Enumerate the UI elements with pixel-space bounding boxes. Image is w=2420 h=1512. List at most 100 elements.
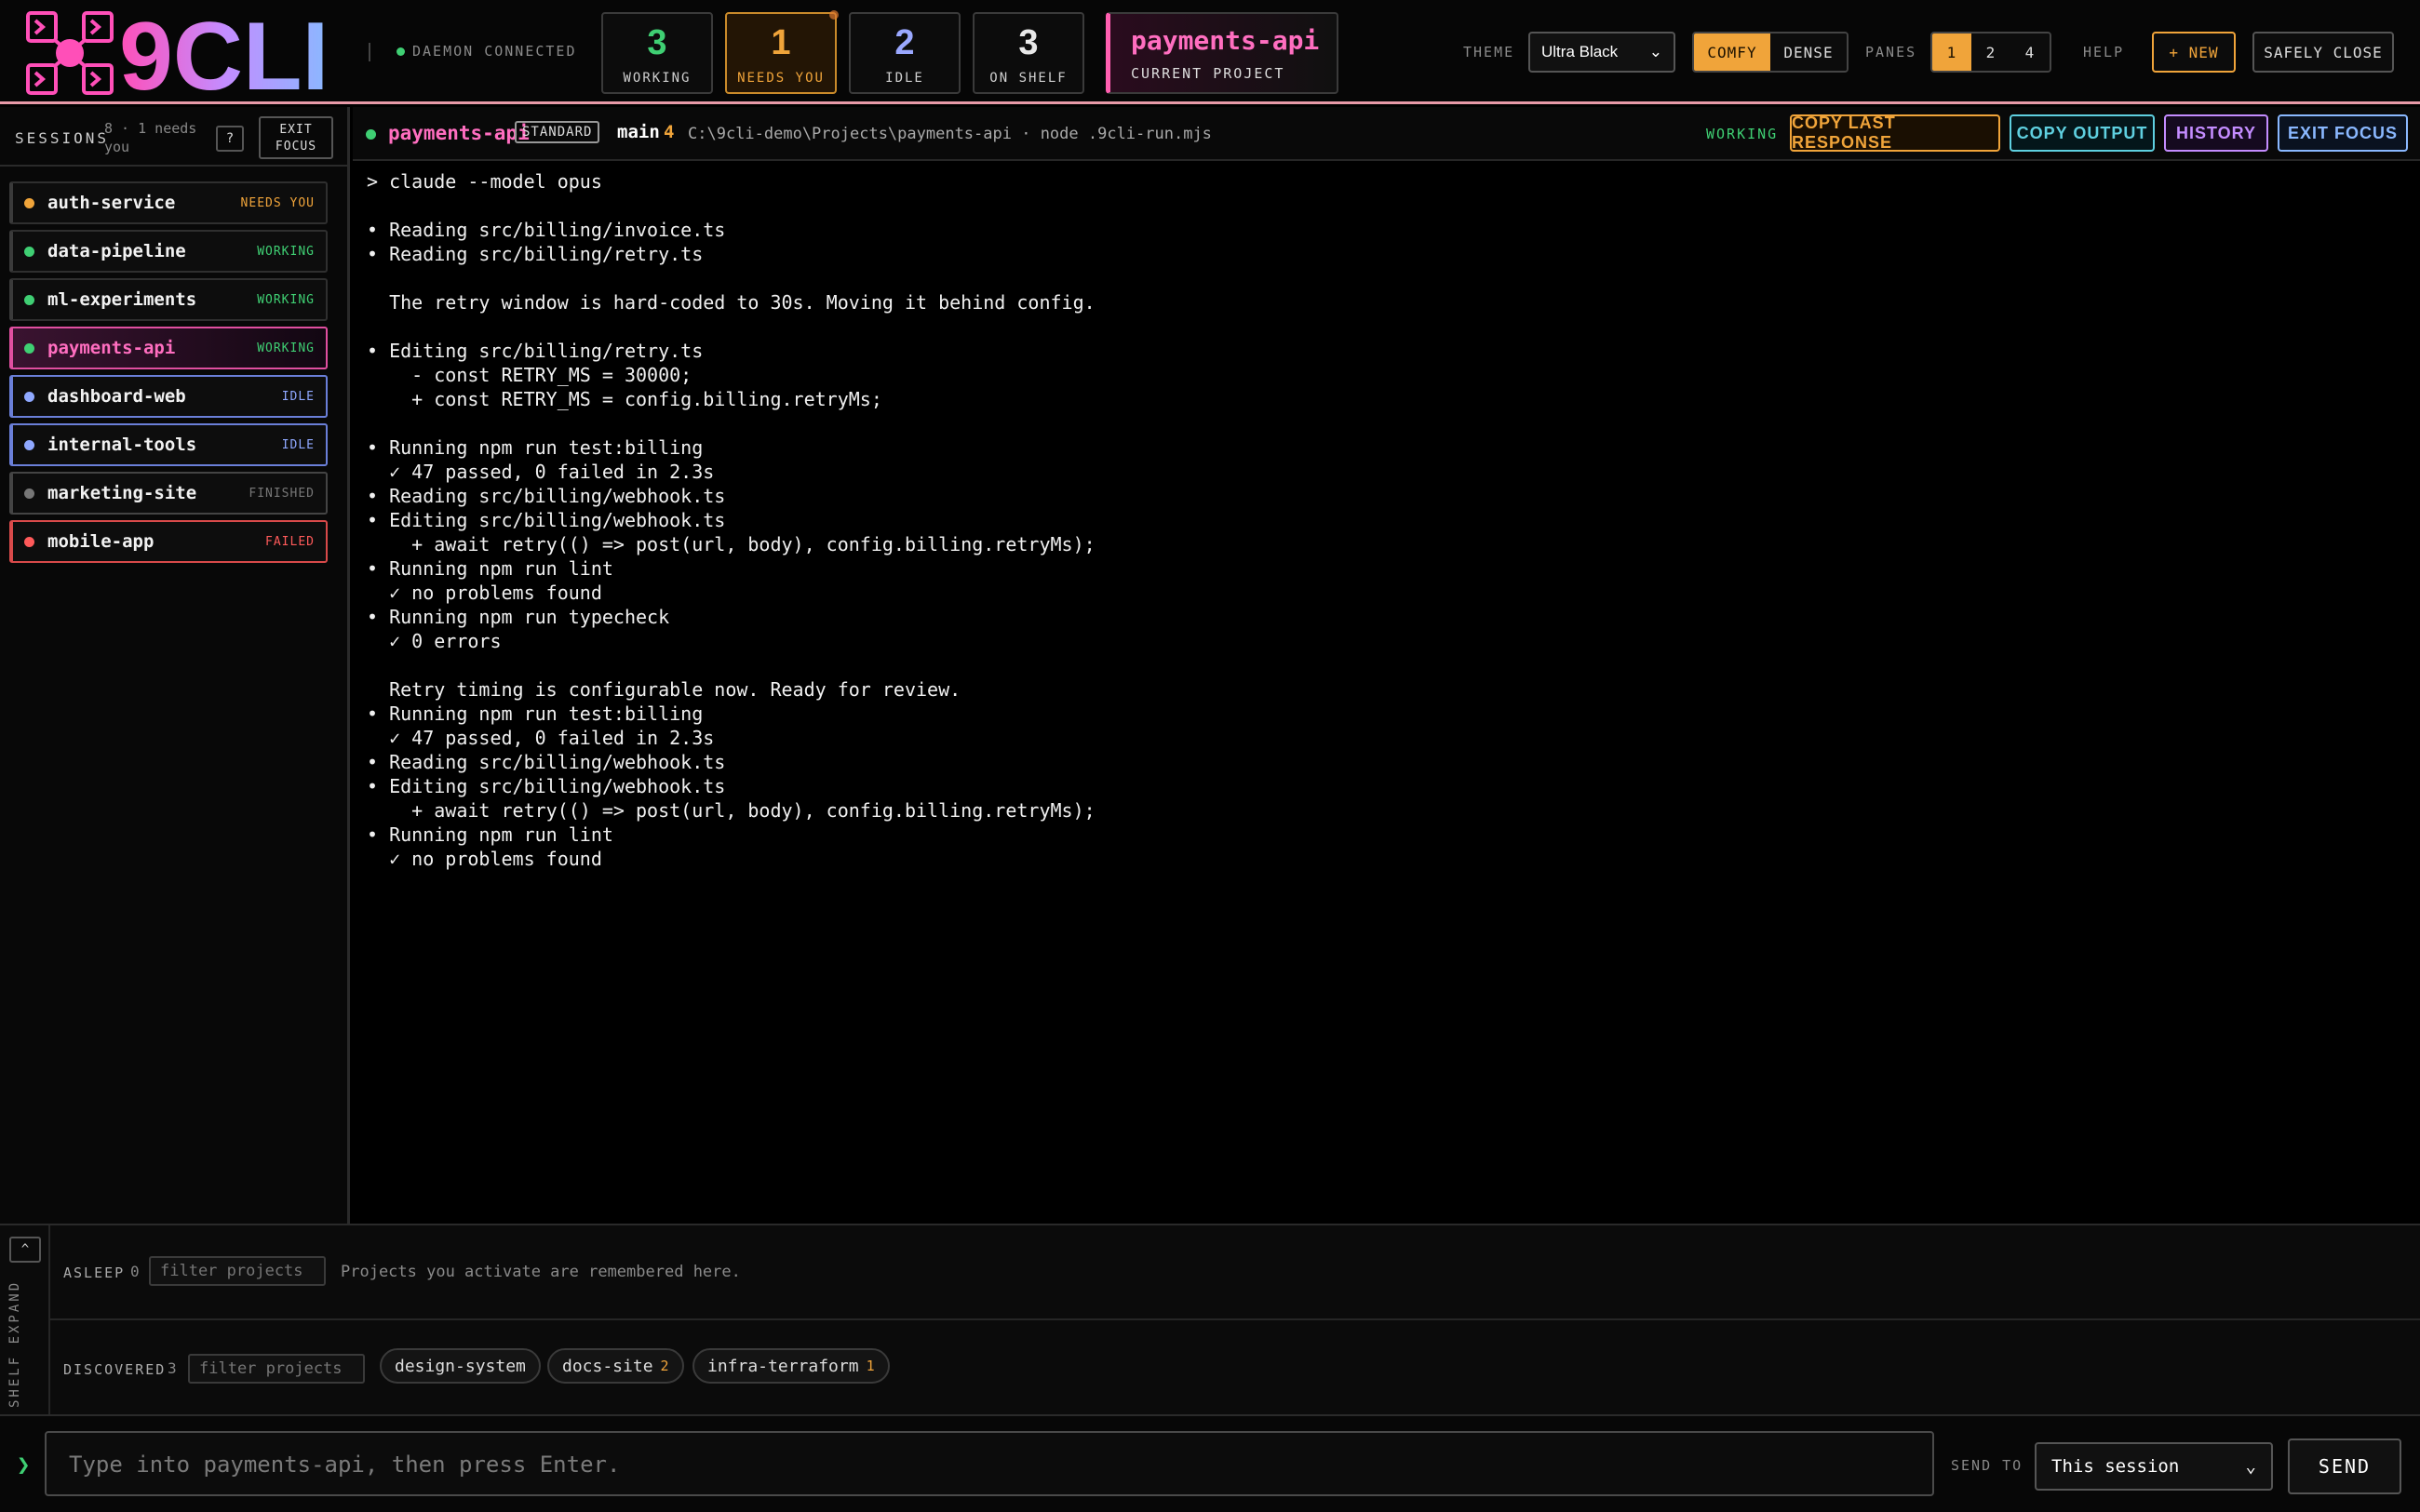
sessions-sidebar: SESSIONS 8 · 1 needs you ? EXIT FOCUS au… bbox=[0, 107, 350, 1224]
pane-path: C:\9cli-demo\Projects\payments-api · nod… bbox=[688, 125, 1212, 143]
stat-on-shelf-label: ON SHELF bbox=[989, 71, 1068, 86]
history-button[interactable]: HISTORY bbox=[2164, 114, 2268, 152]
new-session-button[interactable]: + NEW bbox=[2152, 32, 2236, 73]
app-logo: 9CLI bbox=[26, 11, 329, 97]
sidebar-item-ml-experiments[interactable]: ml-experiments WORKING bbox=[9, 278, 328, 321]
pane-project-name: payments-api bbox=[388, 122, 530, 144]
session-status: IDLE bbox=[281, 389, 315, 404]
send-to-label: SEND TO bbox=[1951, 1457, 2023, 1474]
command-input[interactable]: Type into payments-api, then press Enter… bbox=[45, 1431, 1934, 1496]
session-name: data-pipeline bbox=[47, 241, 186, 261]
asleep-filter-input[interactable] bbox=[149, 1256, 326, 1286]
chip-label: infra-terraform bbox=[707, 1356, 859, 1376]
terminal-line: • Editing src/billing/webhook.ts bbox=[367, 775, 726, 797]
project-shelf: ^ SHELF EXPAND ASLEEP 0 Projects you act… bbox=[0, 1224, 2420, 1416]
current-project-label: CURRENT PROJECT bbox=[1131, 65, 1285, 82]
panes-4-button[interactable]: 4 bbox=[2010, 33, 2050, 71]
chip-count: 2 bbox=[660, 1358, 669, 1374]
terminal-line: > claude --model opus bbox=[367, 170, 602, 193]
session-status: WORKING bbox=[257, 244, 315, 259]
sidebar-item-internal-tools[interactable]: internal-tools IDLE bbox=[9, 423, 328, 466]
sidebar-item-mobile-app[interactable]: mobile-app FAILED bbox=[9, 520, 328, 563]
session-name: ml-experiments bbox=[47, 289, 197, 310]
stat-idle-value: 2 bbox=[894, 23, 915, 62]
discovered-label: DISCOVERED bbox=[63, 1361, 167, 1378]
terminal-line: • Reading src/billing/retry.ts bbox=[367, 243, 704, 265]
pane-status-dot-icon bbox=[366, 129, 376, 140]
shelf-discovered-row: DISCOVERED 3 design-system docs-site 2 i… bbox=[50, 1320, 2420, 1415]
discovered-chip[interactable]: design-system bbox=[380, 1348, 541, 1384]
density-toggle: COMFY DENSE bbox=[1692, 32, 1849, 73]
help-link[interactable]: HELP bbox=[2083, 44, 2124, 60]
sidebar-item-payments-api[interactable]: payments-api WORKING bbox=[9, 327, 328, 369]
panes-2-button[interactable]: 2 bbox=[1971, 33, 2010, 71]
stat-on-shelf-value: 3 bbox=[1018, 23, 1039, 62]
prompt-chevron-icon: ❯ bbox=[17, 1452, 31, 1478]
stat-working-value: 3 bbox=[647, 23, 667, 62]
pane-header: payments-api STANDARD main 4 C:\9cli-dem… bbox=[353, 107, 2420, 161]
shelf-rail: ^ SHELF EXPAND bbox=[0, 1225, 50, 1416]
current-project-card[interactable]: payments-api CURRENT PROJECT bbox=[1106, 12, 1338, 94]
session-name: dashboard-web bbox=[47, 386, 186, 407]
shelf-expand-label[interactable]: SHELF EXPAND bbox=[7, 1280, 22, 1408]
pane-git-branch: main bbox=[617, 122, 660, 142]
session-status-dot-icon bbox=[24, 391, 34, 402]
pane-git-ahead-count: 4 bbox=[664, 122, 675, 142]
send-button[interactable]: SEND bbox=[2288, 1438, 2401, 1494]
sidebar-item-dashboard-web[interactable]: dashboard-web IDLE bbox=[9, 375, 328, 418]
terminal-line: • Editing src/billing/webhook.ts bbox=[367, 509, 726, 531]
density-comfy-button[interactable]: COMFY bbox=[1694, 33, 1770, 71]
chevron-down-icon: ⌄ bbox=[1648, 43, 1662, 60]
sidebar-item-auth-service[interactable]: auth-service NEEDS YOU bbox=[9, 181, 328, 224]
terminal-line: • Running npm run test:billing bbox=[367, 702, 704, 725]
terminal-line: ✓ 47 passed, 0 failed in 2.3s bbox=[367, 727, 715, 749]
copy-last-response-button[interactable]: COPY LAST RESPONSE bbox=[1790, 114, 2000, 152]
stat-needs-you-label: NEEDS YOU bbox=[737, 71, 825, 86]
sidebar-header: SESSIONS 8 · 1 needs you ? EXIT FOCUS bbox=[0, 107, 347, 167]
theme-select[interactable]: Ultra Black ⌄ bbox=[1528, 32, 1675, 73]
panes-toggle: 1 2 4 bbox=[1930, 32, 2051, 73]
sidebar-help-button[interactable]: ? bbox=[216, 126, 244, 152]
pane-status: WORKING bbox=[1706, 126, 1779, 142]
session-status: FAILED bbox=[265, 534, 315, 549]
shelf-toggle-button[interactable]: ^ bbox=[9, 1237, 41, 1263]
terminal-line: • Running npm run typecheck bbox=[367, 606, 670, 628]
discovered-filter-input[interactable] bbox=[188, 1354, 365, 1384]
session-status: FINISHED bbox=[249, 486, 315, 501]
sidebar-item-data-pipeline[interactable]: data-pipeline WORKING bbox=[9, 230, 328, 273]
chip-label: design-system bbox=[395, 1356, 526, 1376]
session-status-dot-icon bbox=[24, 488, 34, 499]
stat-working[interactable]: 3 WORKING bbox=[601, 12, 713, 94]
terminal-line: + const RETRY_MS = config.billing.retryM… bbox=[367, 388, 882, 410]
discovered-chip[interactable]: docs-site 2 bbox=[547, 1348, 684, 1384]
safely-close-button[interactable]: SAFELY CLOSE bbox=[2252, 32, 2394, 73]
terminal-line: + await retry(() => post(url, body), con… bbox=[367, 799, 1096, 822]
stat-on-shelf[interactable]: 3 ON SHELF bbox=[973, 12, 1084, 94]
exit-focus-button[interactable]: EXIT FOCUS bbox=[2278, 114, 2408, 152]
terminal-line: • Running npm run test:billing bbox=[367, 436, 704, 459]
density-dense-button[interactable]: DENSE bbox=[1770, 33, 1847, 71]
session-name: auth-service bbox=[47, 193, 176, 213]
session-status: IDLE bbox=[281, 437, 315, 452]
terminal-line: • Running npm run lint bbox=[367, 823, 613, 846]
theme-label: THEME bbox=[1463, 44, 1515, 60]
stat-idle[interactable]: 2 IDLE bbox=[849, 12, 961, 94]
session-name: payments-api bbox=[47, 338, 176, 358]
terminal-line: - const RETRY_MS = 30000; bbox=[367, 364, 692, 386]
svg-text:9CLI: 9CLI bbox=[119, 11, 329, 97]
theme-select-value: Ultra Black bbox=[1541, 43, 1619, 60]
top-header: 9CLI DAEMON CONNECTED 3 WORKING 1 NEEDS … bbox=[0, 0, 2420, 104]
panes-1-button[interactable]: 1 bbox=[1932, 33, 1971, 71]
discovered-chip[interactable]: infra-terraform 1 bbox=[692, 1348, 890, 1384]
sidebar-item-marketing-site[interactable]: marketing-site FINISHED bbox=[9, 472, 328, 515]
stat-needs-you[interactable]: 1 NEEDS YOU bbox=[725, 10, 839, 94]
copy-output-button[interactable]: COPY OUTPUT bbox=[2010, 114, 2155, 152]
stat-needs-you-value: 1 bbox=[771, 23, 791, 62]
terminal-output[interactable]: > claude --model opus • Reading src/billi… bbox=[367, 169, 2405, 1211]
asleep-hint: Projects you activate are remembered her… bbox=[341, 1263, 741, 1281]
sidebar-exit-focus-button[interactable]: EXIT FOCUS bbox=[259, 116, 333, 159]
send-to-select[interactable]: This session ⌄ bbox=[2035, 1442, 2273, 1491]
session-status-dot-icon bbox=[24, 439, 34, 450]
